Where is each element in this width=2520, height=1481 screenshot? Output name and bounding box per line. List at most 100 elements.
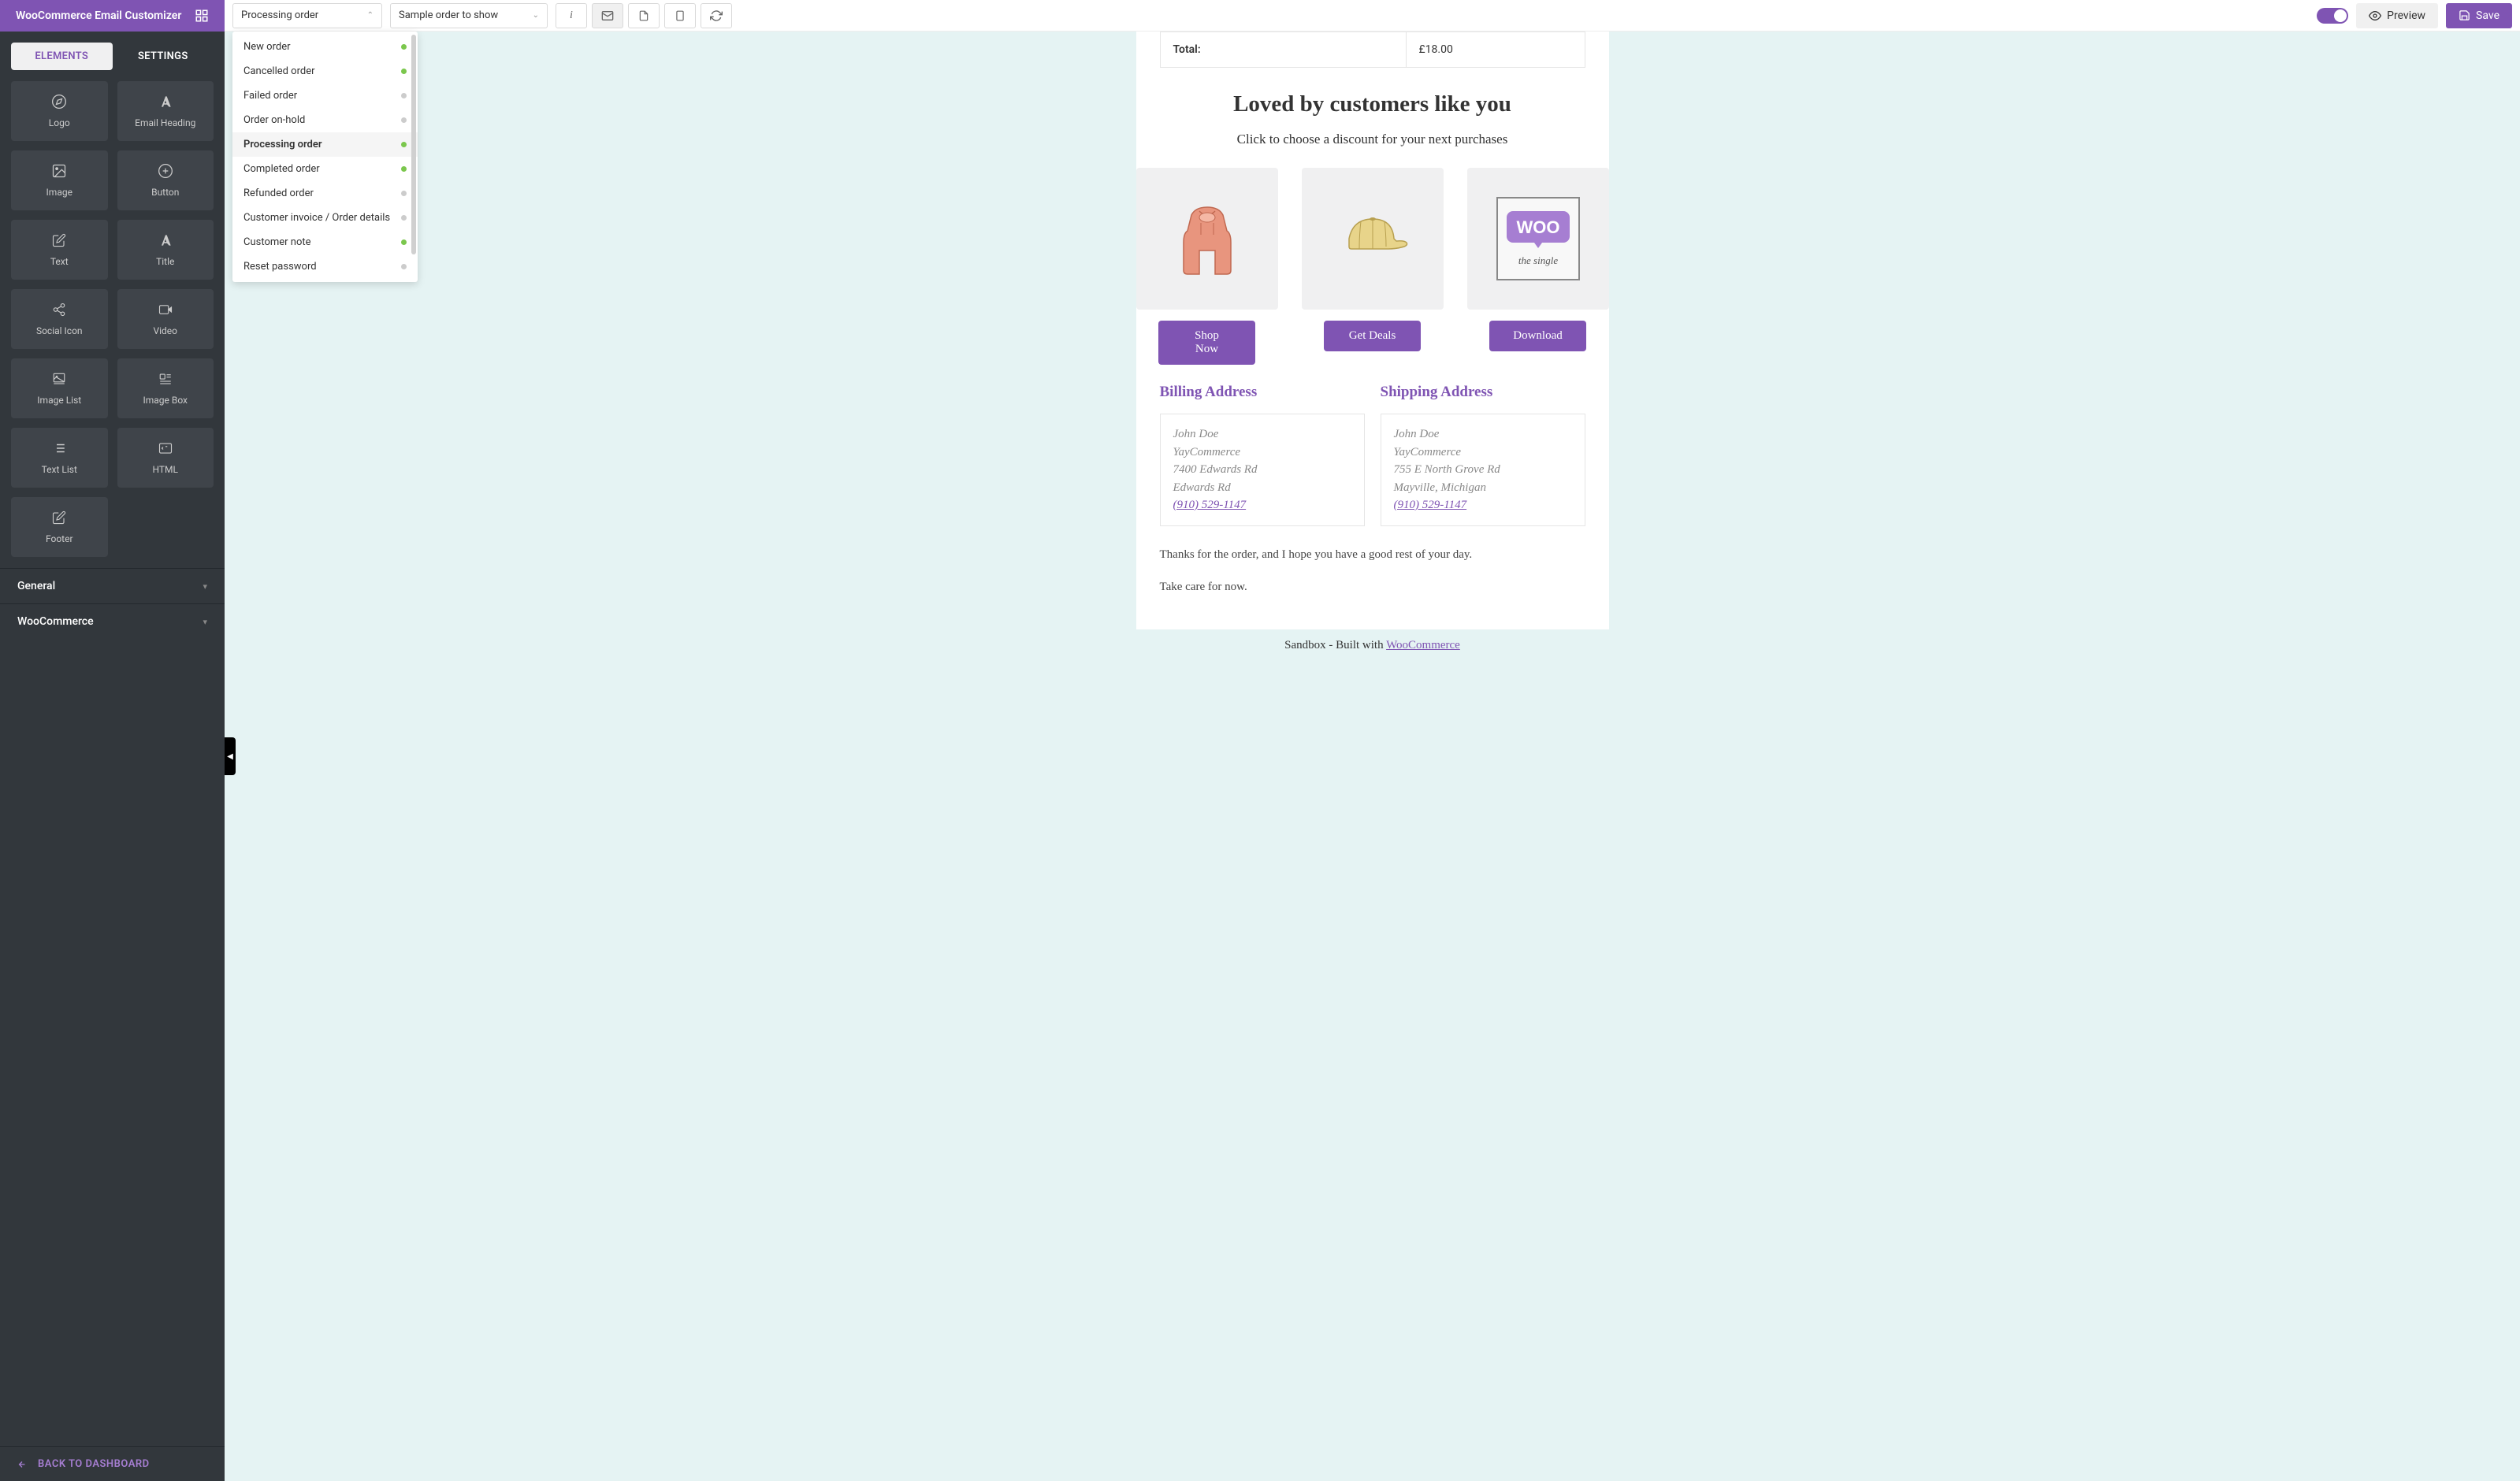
dropdown-item[interactable]: Failed order bbox=[232, 84, 418, 108]
topbar-left: Processing order ⌃ Sample order to show … bbox=[232, 3, 732, 28]
collapse-sidebar-handle[interactable]: ◀ bbox=[225, 737, 236, 775]
file-icon bbox=[638, 9, 649, 22]
built-link[interactable]: WooCommerce bbox=[1386, 639, 1460, 651]
svg-text:WOO: WOO bbox=[1516, 217, 1559, 237]
edit-icon bbox=[51, 232, 67, 248]
mail-button[interactable] bbox=[592, 3, 623, 28]
share-icon bbox=[51, 302, 67, 317]
compass-icon bbox=[51, 94, 67, 109]
back-to-dashboard[interactable]: BACK TO DASHBOARD bbox=[0, 1446, 225, 1481]
preview-button[interactable]: Preview bbox=[2356, 3, 2438, 28]
billing-phone[interactable]: (910) 529-1147 bbox=[1173, 499, 1247, 511]
product-button[interactable]: Shop Now bbox=[1158, 321, 1255, 365]
status-dot-icon bbox=[401, 166, 407, 172]
select-sample-order[interactable]: Sample order to show ⌄ bbox=[390, 3, 548, 28]
tab-settings[interactable]: SETTINGS bbox=[113, 43, 214, 70]
built-prefix: Sandbox - Built with bbox=[1284, 639, 1386, 651]
order-type-dropdown: New orderCancelled orderFailed orderOrde… bbox=[232, 32, 418, 282]
address-section: Billing Address John Doe YayCommerce 740… bbox=[1136, 365, 1609, 526]
status-dot-icon bbox=[401, 44, 407, 50]
preview-label: Preview bbox=[2387, 9, 2425, 22]
status-dot-icon bbox=[401, 191, 407, 196]
dropdown-item[interactable]: Customer invoice / Order details bbox=[232, 206, 418, 230]
font-icon bbox=[158, 232, 173, 248]
info-button[interactable]: i bbox=[556, 3, 587, 28]
image-list-icon bbox=[51, 371, 67, 387]
shipping-line2: Mayville, Michigan bbox=[1394, 479, 1572, 497]
element-tile-footer[interactable]: Footer bbox=[11, 497, 108, 557]
dropdown-label: Customer invoice / Order details bbox=[243, 212, 390, 224]
billing-address-box: John Doe YayCommerce 7400 Edwards Rd Edw… bbox=[1160, 414, 1365, 526]
dropdown-scrollbar[interactable] bbox=[411, 35, 416, 279]
dashboard-icon[interactable] bbox=[195, 9, 209, 23]
chevron-down-icon: ▾ bbox=[203, 617, 207, 627]
shipping-phone[interactable]: (910) 529-1147 bbox=[1394, 499, 1467, 511]
element-tile-text-list[interactable]: Text List bbox=[11, 428, 108, 488]
dropdown-item[interactable]: Refunded order bbox=[232, 181, 418, 206]
element-label: Email Heading bbox=[135, 117, 195, 128]
elements-grid: Logo Email Heading ImageButton Text Title Soc… bbox=[0, 70, 225, 568]
save-button[interactable]: Save bbox=[2446, 3, 2512, 28]
accordion-label: WooCommerce bbox=[17, 615, 94, 628]
element-label: Title bbox=[156, 256, 174, 267]
element-tile-button[interactable]: Button bbox=[117, 150, 214, 210]
element-tile-social-icon[interactable]: Social Icon bbox=[11, 289, 108, 349]
topbar-right: Preview Save bbox=[2317, 3, 2512, 28]
element-label: Text List bbox=[42, 464, 77, 475]
shipping-column: Shipping Address John Doe YayCommerce 75… bbox=[1381, 384, 1585, 526]
sidebar-tabs: ELEMENTS SETTINGS bbox=[0, 32, 225, 70]
email-preview: Total: £18.00 Loved by customers like yo… bbox=[1136, 32, 1609, 629]
element-tile-video[interactable]: Video bbox=[117, 289, 214, 349]
shipping-company: YayCommerce bbox=[1394, 444, 1572, 462]
billing-line1: 7400 Edwards Rd bbox=[1173, 461, 1351, 479]
dropdown-item[interactable]: New order bbox=[232, 35, 418, 59]
footer-icon bbox=[51, 510, 67, 525]
status-dot-icon bbox=[401, 215, 407, 221]
element-tile-image[interactable]: Image bbox=[11, 150, 108, 210]
product-button[interactable]: Get Deals bbox=[1324, 321, 1421, 351]
dropdown-item[interactable]: Completed order bbox=[232, 157, 418, 181]
dropdown-item[interactable]: Reset password bbox=[232, 254, 418, 279]
select-label: Sample order to show bbox=[399, 9, 498, 21]
section-subheading: Click to choose a discount for your next… bbox=[1136, 132, 1609, 147]
product-grid: Shop NowGet DealsWOOthe singleDownload bbox=[1136, 168, 1609, 365]
element-tile-html[interactable]: HTML bbox=[117, 428, 214, 488]
element-tile-text[interactable]: Text bbox=[11, 220, 108, 280]
element-tile-logo[interactable]: Logo bbox=[11, 81, 108, 141]
status-dot-icon bbox=[401, 69, 407, 74]
element-tile-image-list[interactable]: Image List bbox=[11, 358, 108, 418]
billing-company: YayCommerce bbox=[1173, 444, 1351, 462]
status-dot-icon bbox=[401, 264, 407, 269]
status-dot-icon bbox=[401, 117, 407, 123]
accordion-label: General bbox=[17, 580, 55, 592]
toggle-switch[interactable] bbox=[2317, 8, 2348, 24]
dropdown-item[interactable]: Cancelled order bbox=[232, 59, 418, 84]
canvas: ◀ Total: £18.00 Loved by customers like … bbox=[225, 32, 2520, 1481]
tablet-icon bbox=[675, 9, 686, 22]
element-tile-title[interactable]: Title bbox=[117, 220, 214, 280]
accordion-general[interactable]: General ▾ bbox=[0, 568, 225, 603]
dropdown-item[interactable]: Processing order bbox=[232, 132, 418, 157]
tab-elements[interactable]: ELEMENTS bbox=[11, 43, 113, 70]
element-tile-email-heading[interactable]: Email Heading bbox=[117, 81, 214, 141]
email-footer-text: Thanks for the order, and I hope you hav… bbox=[1136, 526, 1609, 629]
shipping-line1: 755 E North Grove Rd bbox=[1394, 461, 1572, 479]
main: Processing order ⌃ Sample order to show … bbox=[225, 0, 2520, 1481]
refresh-button[interactable] bbox=[701, 3, 732, 28]
mail-icon bbox=[601, 9, 614, 22]
product-button[interactable]: Download bbox=[1489, 321, 1586, 351]
shipping-heading: Shipping Address bbox=[1381, 384, 1585, 401]
element-label: Text bbox=[50, 256, 69, 267]
built-with: Sandbox - Built with WooCommerce bbox=[1136, 629, 1609, 666]
code-icon bbox=[158, 440, 173, 456]
file-button[interactable] bbox=[628, 3, 660, 28]
tablet-button[interactable] bbox=[664, 3, 696, 28]
video-icon bbox=[158, 302, 173, 317]
dropdown-item[interactable]: Order on-hold bbox=[232, 108, 418, 132]
element-tile-image-box[interactable]: Image Box bbox=[117, 358, 214, 418]
dropdown-item[interactable]: Customer note bbox=[232, 230, 418, 254]
accordion-woocommerce[interactable]: WooCommerce ▾ bbox=[0, 603, 225, 639]
select-order-type[interactable]: Processing order ⌃ bbox=[232, 3, 382, 28]
chevron-down-icon: ⌄ bbox=[533, 11, 539, 20]
chevron-down-icon: ▾ bbox=[203, 581, 207, 592]
